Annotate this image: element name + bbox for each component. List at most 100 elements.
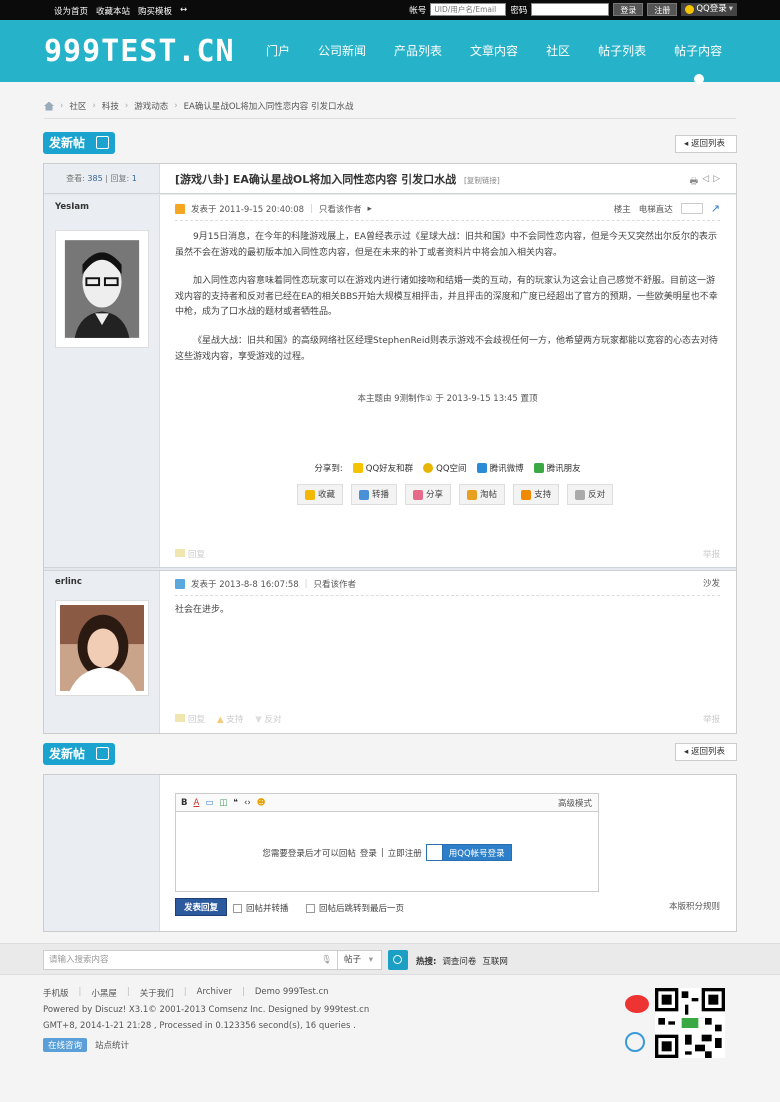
oppose-button[interactable]: 反对 bbox=[567, 484, 614, 505]
switch-width-icon[interactable]: ↔ bbox=[180, 5, 187, 17]
hot-search-item[interactable]: 互联网 bbox=[482, 955, 508, 967]
repost-checkbox[interactable]: 回帖并转播 bbox=[233, 902, 289, 914]
breadcrumb-separator: › bbox=[174, 101, 178, 111]
support-link[interactable]: ▲ 支持 bbox=[217, 713, 243, 725]
microphone-icon[interactable]: 🎙 bbox=[321, 951, 332, 969]
post-meta: 发表于 2011-9-15 20:40:08 | 只看该作者 ▸ bbox=[175, 203, 372, 215]
breadcrumb-tech[interactable]: 科技 bbox=[102, 100, 119, 112]
breadcrumb-current: EA确认星战OL将加入同性恋内容 引发口水战 bbox=[183, 102, 354, 112]
buy-template-link[interactable]: 购买模板 bbox=[138, 5, 172, 17]
code-icon[interactable]: ‹› bbox=[244, 798, 251, 808]
post-paragraph: 社会在进步。 bbox=[175, 605, 230, 615]
nav-portal[interactable]: 门户 bbox=[252, 20, 304, 82]
copy-link[interactable]: [复制链接] bbox=[464, 176, 500, 185]
advanced-mode-link[interactable]: 高级模式 bbox=[558, 797, 592, 809]
print-icon[interactable]: 🖶 bbox=[690, 174, 699, 190]
reply-link[interactable]: 回复 bbox=[175, 548, 205, 560]
share-qq-friends[interactable]: QQ好友和群 bbox=[352, 462, 413, 474]
divider bbox=[44, 193, 736, 195]
next-thread-icon[interactable]: ▷ bbox=[713, 174, 720, 190]
site-logo[interactable]: 999TEST.CN bbox=[44, 34, 235, 69]
footer-archiver-link[interactable]: Archiver bbox=[197, 987, 232, 999]
report-link[interactable]: 举报 bbox=[703, 713, 720, 725]
smiley-icon[interactable]: ☻ bbox=[257, 798, 266, 808]
breadcrumb: › 社区 › 科技 › 游戏动态 › EA确认星战OL将加入同性恋内容 引发口水… bbox=[44, 100, 354, 112]
bold-icon[interactable]: B bbox=[181, 798, 187, 808]
go-icon[interactable]: ↗ bbox=[711, 202, 720, 215]
prev-thread-icon[interactable]: ◁ bbox=[702, 174, 709, 190]
nav-community[interactable]: 社区 bbox=[532, 20, 584, 82]
account-input[interactable] bbox=[430, 3, 507, 16]
nav-thread-list[interactable]: 帖子列表 bbox=[584, 20, 660, 82]
share-tencent-weibo[interactable]: 腾讯微博 bbox=[476, 462, 524, 474]
post-author[interactable]: YesIam bbox=[55, 202, 89, 212]
only-author-link[interactable]: 只看该作者 bbox=[319, 203, 362, 215]
jump-floor-input[interactable] bbox=[680, 203, 703, 214]
avatar-image-man bbox=[60, 235, 144, 343]
footer-blackroom-link[interactable]: 小黑屋 bbox=[91, 987, 117, 999]
post-author[interactable]: erlinc bbox=[55, 577, 82, 587]
share-qzone[interactable]: QQ空间 bbox=[423, 462, 467, 474]
register-link[interactable]: 立即注册 bbox=[388, 847, 422, 859]
image-icon[interactable]: ▭ bbox=[205, 798, 213, 808]
report-link[interactable]: 举报 bbox=[703, 548, 720, 560]
folder-icon bbox=[467, 489, 478, 500]
new-post-button[interactable]: 发新帖 bbox=[43, 132, 115, 154]
bookmark-link[interactable]: 收藏本站 bbox=[96, 5, 130, 17]
login-button[interactable]: 登录 bbox=[613, 3, 644, 16]
only-author-link[interactable]: 只看该作者 bbox=[314, 578, 357, 590]
font-color-icon[interactable]: A bbox=[193, 798, 199, 808]
reply-link[interactable]: 回复 bbox=[175, 713, 205, 725]
favorite-button[interactable]: 收藏 bbox=[297, 484, 344, 505]
login-link[interactable]: 登录 bbox=[360, 847, 377, 859]
footer-about-link[interactable]: 关于我们 bbox=[140, 987, 174, 999]
credit-rules-link[interactable]: 本版积分规则 bbox=[669, 900, 720, 912]
divider bbox=[175, 595, 720, 596]
search-type-select[interactable]: 帖子 ▾ bbox=[338, 950, 382, 970]
search-button[interactable] bbox=[388, 950, 408, 970]
checkbox-icon[interactable] bbox=[233, 903, 242, 913]
oppose-link[interactable]: ▼ 反对 bbox=[255, 713, 281, 725]
avatar[interactable] bbox=[55, 600, 149, 696]
back-to-list-button[interactable]: ◂ 返回列表 bbox=[675, 135, 737, 153]
share-button[interactable]: 分享 bbox=[405, 484, 452, 505]
new-post-button[interactable]: 发新帖 bbox=[43, 743, 115, 765]
avatar[interactable] bbox=[55, 230, 149, 348]
collect-button[interactable]: 淘帖 bbox=[459, 484, 506, 505]
attachment-icon[interactable]: ◫ bbox=[219, 798, 227, 808]
post-date: 发表于 2013-8-8 16:07:58 bbox=[191, 580, 299, 590]
nav-article-content[interactable]: 文章内容 bbox=[456, 20, 532, 82]
tencent-weibo-icon bbox=[476, 463, 487, 473]
nav-company-news[interactable]: 公司新闻 bbox=[304, 20, 380, 82]
breadcrumb-community[interactable]: 社区 bbox=[69, 100, 86, 112]
set-homepage-link[interactable]: 设为首页 bbox=[54, 5, 88, 17]
checkbox-icon[interactable] bbox=[306, 903, 315, 913]
views-count: 385 bbox=[87, 174, 103, 183]
tencent-weibo-icon[interactable] bbox=[625, 1032, 645, 1052]
qq-account-login-button[interactable]: 用QQ帐号登录 bbox=[425, 844, 512, 861]
nav-thread-content[interactable]: 帖子内容 bbox=[660, 20, 736, 82]
password-input[interactable] bbox=[531, 3, 610, 16]
share-tencent-friends[interactable]: 腾讯朋友 bbox=[533, 462, 581, 474]
submit-reply-button[interactable]: 发表回复 bbox=[175, 898, 227, 916]
site-stats-link[interactable]: 站点统计 bbox=[95, 1039, 129, 1051]
register-button[interactable]: 注册 bbox=[647, 3, 678, 16]
footer-demo-link[interactable]: Demo 999Test.cn bbox=[255, 987, 329, 999]
hot-search-item[interactable]: 调查问卷 bbox=[442, 955, 476, 967]
nav-product-list[interactable]: 产品列表 bbox=[380, 20, 456, 82]
breadcrumb-game-news[interactable]: 游戏动态 bbox=[134, 100, 168, 112]
home-icon[interactable] bbox=[44, 101, 54, 111]
online-consult-button[interactable]: 在线咨询 bbox=[43, 1038, 88, 1052]
qq-login-button[interactable]: QQ登录 ▾ bbox=[681, 3, 737, 16]
repost-button[interactable]: 转播 bbox=[351, 484, 398, 505]
back-to-list-button[interactable]: ◂ 返回列表 bbox=[675, 743, 737, 761]
quote-icon[interactable]: ❝ bbox=[233, 798, 238, 808]
jump-last-page-checkbox[interactable]: 回帖后跳转到最后一页 bbox=[306, 902, 404, 914]
support-button[interactable]: 支持 bbox=[513, 484, 560, 505]
search-input[interactable]: 请输入搜索内容 🎙 bbox=[43, 950, 338, 970]
qr-code-icon bbox=[655, 988, 725, 1058]
thread-stats: 查看: 385 | 回复: 1 bbox=[44, 164, 159, 194]
support-label: 支持 bbox=[226, 715, 244, 725]
sina-weibo-icon[interactable] bbox=[625, 995, 649, 1013]
footer-mobile-link[interactable]: 手机版 bbox=[43, 987, 69, 999]
